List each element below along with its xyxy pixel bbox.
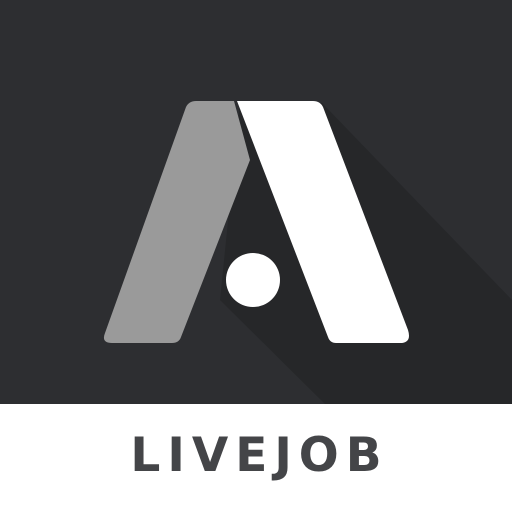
app-name-wordmark: LIVEJOB <box>130 428 389 483</box>
logo-dot <box>226 253 280 307</box>
logo-panel <box>0 0 512 404</box>
wordmark-band: LIVEJOB <box>0 404 512 512</box>
letter-a-logo-icon <box>103 101 512 404</box>
app-icon[interactable]: LIVEJOB <box>0 0 512 512</box>
